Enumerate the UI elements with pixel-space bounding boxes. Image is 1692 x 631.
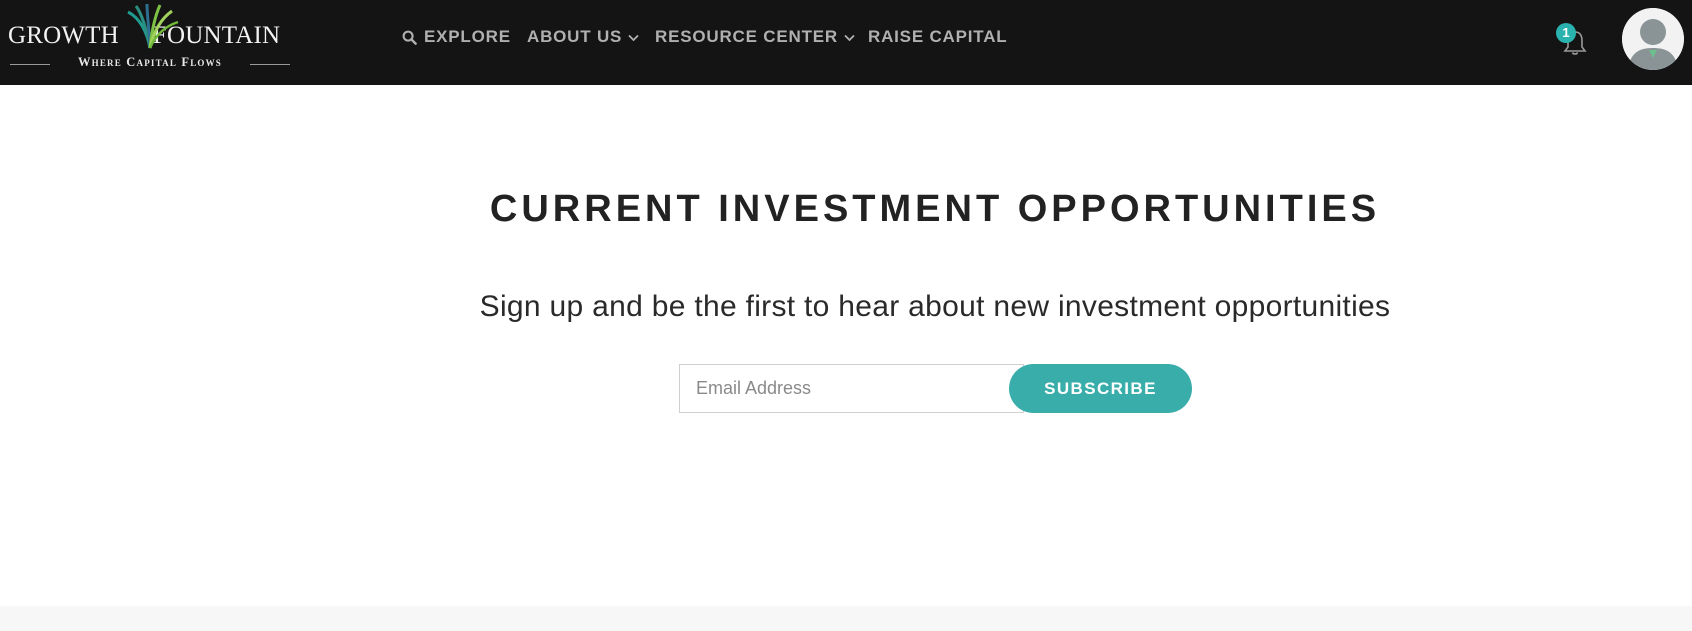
nav-resource-label: RESOURCE CENTER — [655, 27, 838, 46]
logo-tagline: Where Capital Flows — [6, 55, 292, 71]
page-subtitle: Sign up and be the first to hear about n… — [479, 290, 1391, 323]
logo-word-growth: GROWTH — [8, 22, 119, 49]
chevron-down-icon — [628, 34, 639, 42]
notification-count-badge: 1 — [1556, 23, 1576, 43]
nav-raise-label: RAISE CAPITAL — [868, 27, 1008, 46]
nav-resource-center-dropdown[interactable]: RESOURCE CENTER — [655, 27, 855, 47]
palm-fountain-icon — [127, 3, 179, 49]
nav-raise-capital-link[interactable]: RAISE CAPITAL — [868, 27, 1007, 47]
page-title: CURRENT INVESTMENT OPPORTUNITIES — [489, 188, 1381, 230]
email-address-input[interactable] — [679, 364, 1024, 413]
user-avatar-icon — [1622, 8, 1684, 70]
nav-about-label: ABOUT US — [527, 27, 623, 46]
nav-explore-link[interactable]: EXPLORE — [402, 27, 511, 47]
tagline-rule-right — [250, 64, 290, 65]
nav-about-us-dropdown[interactable]: ABOUT US — [527, 27, 639, 47]
growth-fountain-logo[interactable]: GROWTH FOUNTAIN Where Capital Flows — [6, 2, 296, 72]
footer-strip — [0, 606, 1692, 631]
top-navbar: GROWTH FOUNTAIN Where Capital Flows EXPLO… — [0, 0, 1692, 85]
nav-explore-label: EXPLORE — [424, 27, 511, 46]
subscribe-button[interactable]: SUBSCRIBE — [1009, 364, 1192, 413]
tagline-text: Where Capital Flows — [77, 55, 223, 69]
tagline-rule-left — [10, 64, 50, 65]
user-avatar[interactable] — [1622, 8, 1684, 70]
chevron-down-icon — [844, 34, 855, 42]
search-icon — [402, 30, 417, 45]
